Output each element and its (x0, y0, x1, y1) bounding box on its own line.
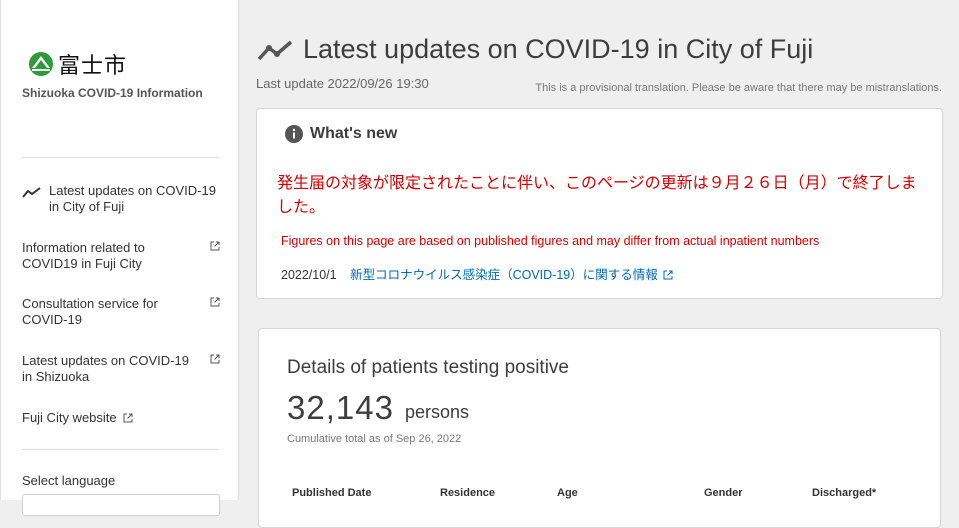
nav-item-consultation[interactable]: Consultation service for COVID-19 (22, 296, 220, 328)
column-header-residence[interactable]: Residence (440, 487, 495, 499)
trend-line-icon (257, 40, 293, 60)
patients-details-card: Details of patients testing positive 32,… (258, 328, 941, 528)
external-link-icon (210, 354, 220, 364)
last-update: Last update 2022/09/26 19:30 (256, 76, 429, 91)
nav-item-fuji-city-website[interactable]: Fuji City website (22, 410, 220, 426)
page-title-row: Latest updates on COVID-19 in City of Fu… (257, 34, 813, 65)
whats-new-title: What's new (310, 125, 398, 142)
info-icon (285, 125, 303, 143)
column-header-discharged[interactable]: Discharged* (812, 487, 876, 499)
nav-label: Latest updates on COVID-19 in Shizuoka (22, 353, 189, 384)
translation-notice: This is a provisional translation. Pleas… (535, 82, 942, 94)
whats-new-card: What's new 発生届の対象が限定されたことに伴い、このページの更新は９月… (256, 108, 943, 299)
language-select[interactable] (22, 494, 220, 516)
news-link[interactable]: 新型コロナウイルス感染症（COVID-19）に関する情報 (350, 268, 673, 282)
sidebar: 富士市 Shizuoka COVID-19 Information Latest… (0, 0, 239, 516)
external-link-icon (210, 241, 220, 251)
main-content: Latest updates on COVID-19 in City of Fu… (240, 0, 959, 528)
page-title: Latest updates on COVID-19 in City of Fu… (303, 34, 814, 64)
nav-label: Fuji City website (22, 410, 117, 425)
nav-label: Consultation service for COVID-19 (22, 296, 158, 327)
nav-item-info-fuji-city[interactable]: Information related to COVID19 in Fuji C… (22, 240, 220, 272)
nav-label: Information related to COVID19 in Fuji C… (22, 240, 145, 271)
whats-new-header: What's new (285, 125, 397, 143)
figures-disclaimer: Figures on this page are based on publis… (281, 234, 820, 248)
column-header-gender[interactable]: Gender (704, 487, 743, 499)
nav-label: Latest updates on COVID-19 in City of Fu… (49, 183, 216, 214)
trend-line-icon (22, 187, 41, 198)
city-logo[interactable]: 富士市 (28, 48, 127, 80)
sidebar-divider (22, 157, 219, 158)
details-title: Details of patients testing positive (287, 357, 569, 378)
sidebar-divider (22, 449, 219, 450)
fuji-city-emblem-icon (29, 52, 53, 76)
column-header-published-date[interactable]: Published Date (292, 487, 371, 499)
language-label: Select language (22, 473, 116, 488)
details-caption: Cumulative total as of Sep 26, 2022 (287, 433, 462, 445)
column-header-age[interactable]: Age (557, 487, 578, 499)
news-link-text: 新型コロナウイルス感染症（COVID-19）に関する情報 (350, 268, 658, 282)
news-date: 2022/10/1 (281, 268, 337, 282)
nav-item-latest-updates-shizuoka[interactable]: Latest updates on COVID-19 in Shizuoka (22, 353, 220, 385)
nav-item-latest-updates-fuji[interactable]: Latest updates on COVID-19 in City of Fu… (22, 183, 220, 215)
count-unit: persons (405, 402, 470, 422)
news-item: 2022/10/1 新型コロナウイルス感染症（COVID-19）に関する情報 (281, 264, 673, 283)
external-link-icon (123, 413, 133, 423)
update-ended-notice: 発生届の対象が限定されたことに伴い、このページの更新は９月２６日（月）で終了しま… (277, 173, 917, 216)
logo-text: 富士市 (58, 54, 128, 79)
total-count: 32,143 (287, 389, 394, 426)
external-link-icon (663, 270, 673, 280)
site-subtitle: Shizuoka COVID-19 Information (22, 86, 203, 100)
external-link-icon (210, 297, 220, 307)
